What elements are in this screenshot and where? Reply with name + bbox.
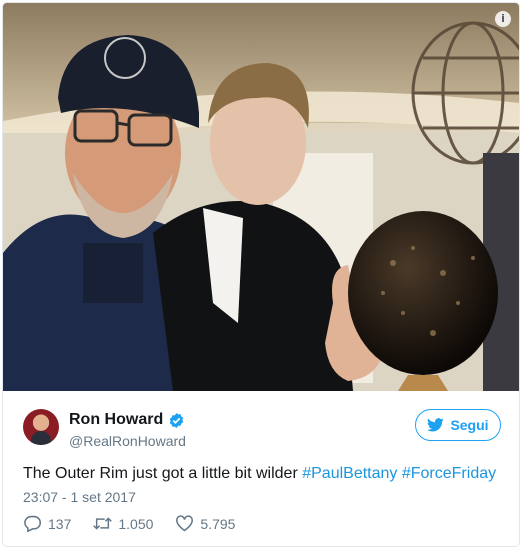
hashtag-link[interactable]: #ForceFriday	[402, 465, 496, 482]
follow-button-label: Segui	[450, 417, 489, 433]
verified-badge-icon	[170, 412, 184, 428]
reply-count: 137	[48, 515, 72, 532]
reply-action[interactable]: 137	[23, 515, 71, 532]
tweet-text: The Outer Rim just got a little bit wild…	[23, 465, 496, 483]
tweet-photo[interactable]: i	[3, 3, 519, 391]
retweet-icon	[93, 517, 113, 530]
author-name-row: Ron Howard	[69, 411, 185, 429]
tweet-text-plain: The Outer Rim just got a little bit wild…	[23, 465, 303, 482]
heart-icon	[176, 515, 194, 532]
avatar[interactable]	[23, 409, 59, 445]
reply-icon	[24, 515, 41, 532]
photo-illustration	[3, 3, 519, 391]
twitter-bird-icon	[427, 418, 445, 432]
author-display-name[interactable]: Ron Howard	[69, 411, 163, 429]
like-count: 5.795	[200, 515, 236, 532]
like-action[interactable]: 5.795	[175, 515, 235, 532]
retweet-action[interactable]: 1.050	[93, 515, 153, 532]
author-handle[interactable]: @RealRonHoward	[69, 433, 186, 449]
tweet-card: i Ron Howard @RealRonHoward Segui The Ou…	[2, 2, 520, 547]
tweet-actions: 137 1.050 5.795	[23, 515, 257, 532]
tweet-timestamp[interactable]: 23:07 - 1 set 2017	[23, 489, 136, 505]
tweet-body: Ron Howard @RealRonHoward Segui The Oute…	[3, 391, 519, 546]
retweet-count: 1.050	[118, 515, 154, 532]
hashtag-link[interactable]: #PaulBettany	[302, 465, 397, 482]
info-icon[interactable]: i	[495, 11, 511, 27]
follow-button[interactable]: Segui	[415, 409, 501, 441]
